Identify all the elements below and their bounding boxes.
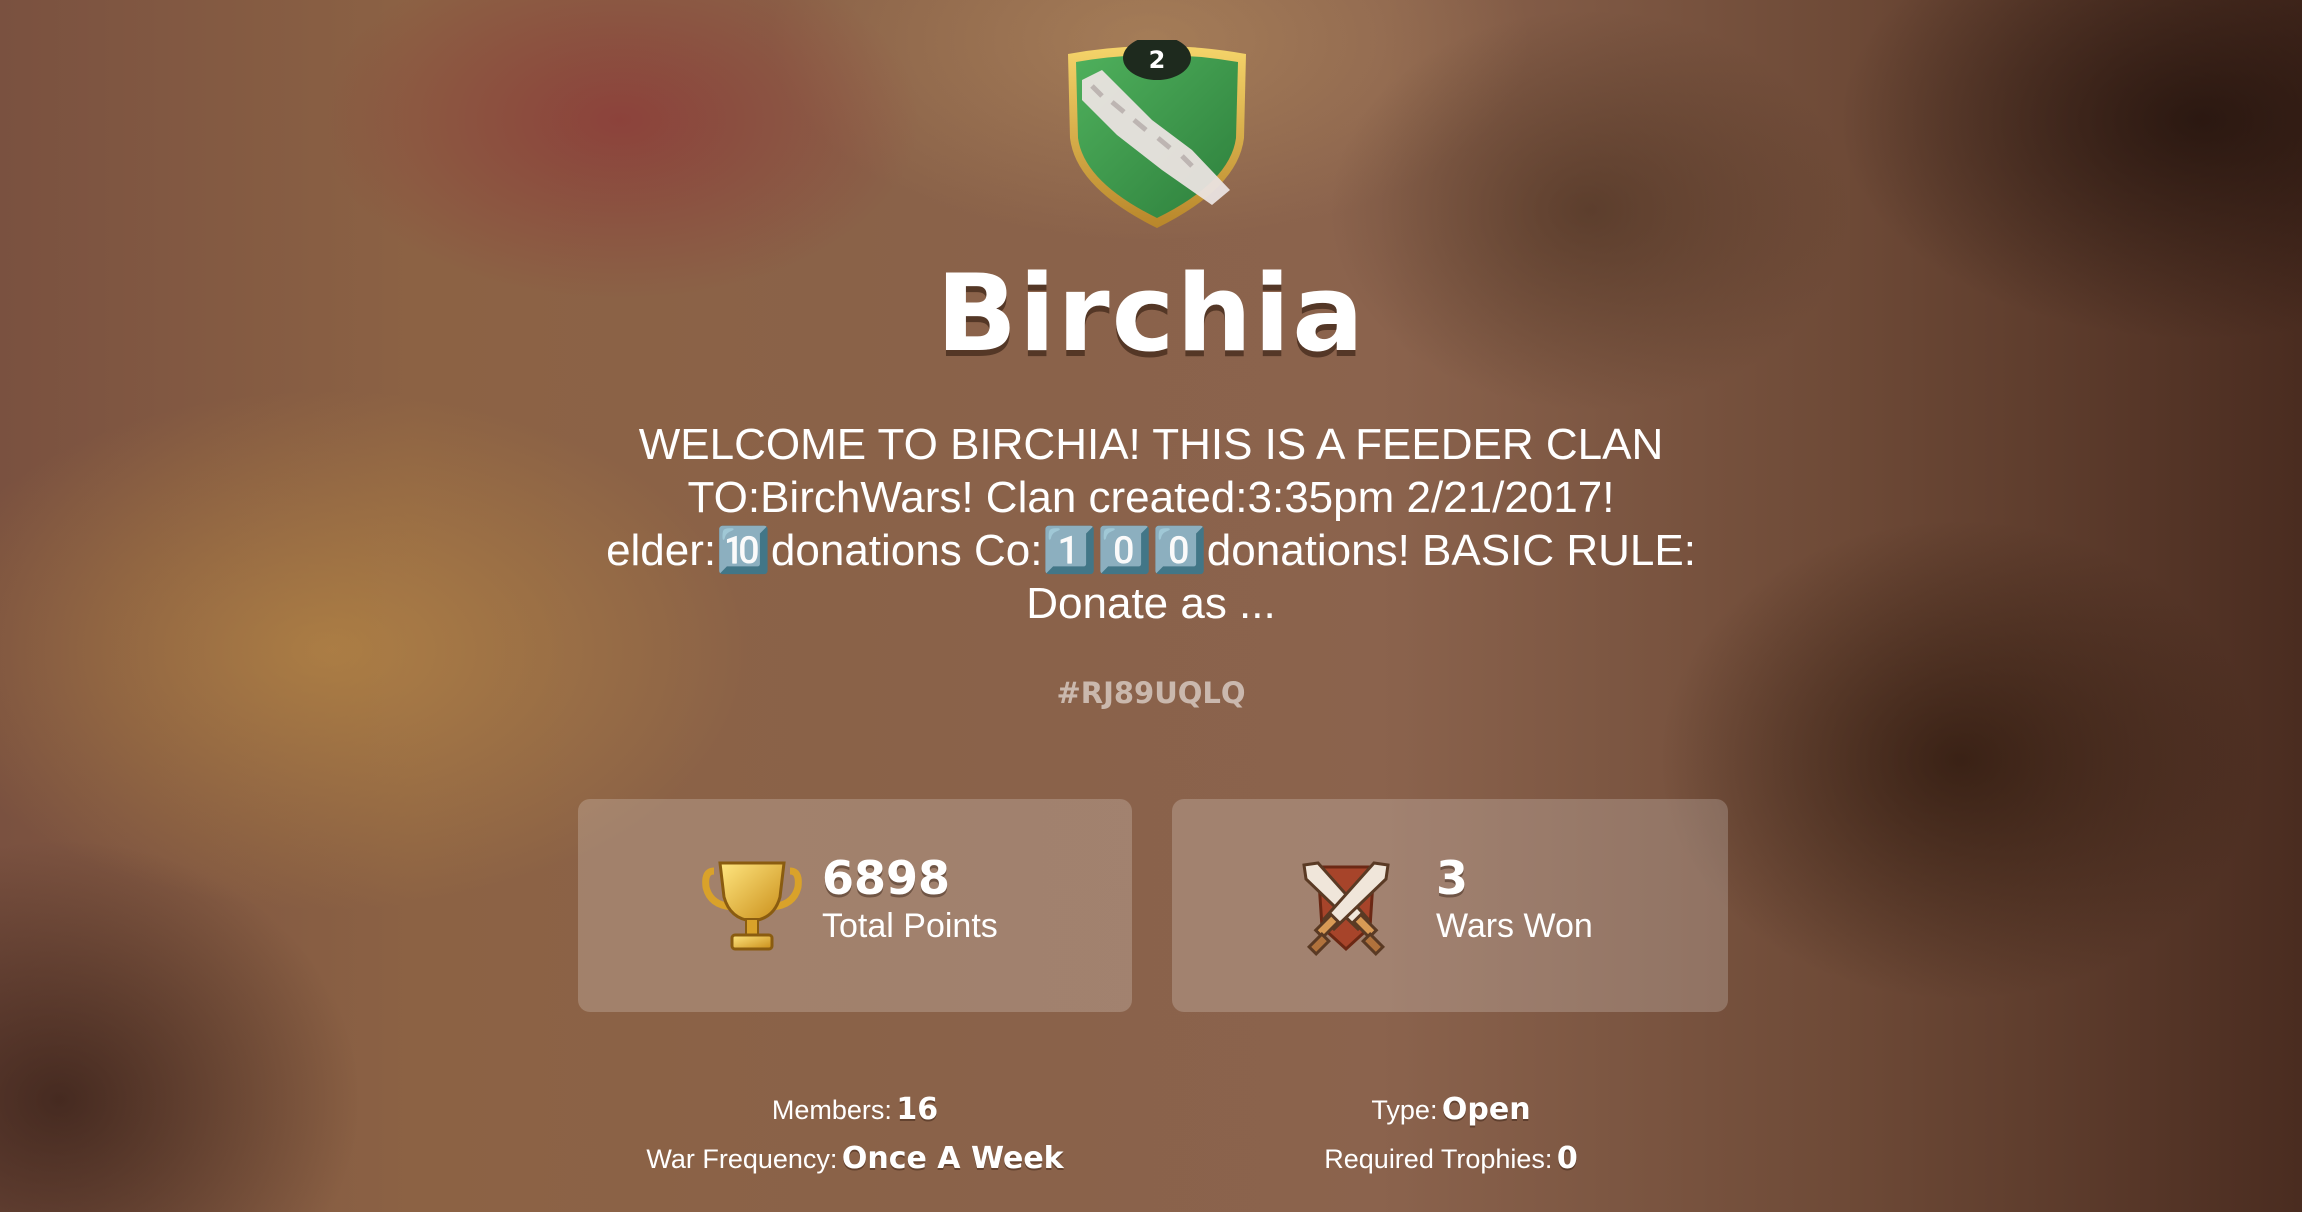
- war-frequency-label: War Frequency:: [646, 1144, 838, 1174]
- wars-won-card: 3 Wars Won: [1172, 799, 1728, 1012]
- war-frequency-info: War Frequency: Once A Week: [600, 1139, 1110, 1179]
- total-points-value: 6898: [822, 851, 951, 905]
- war-frequency-value: Once A Week: [841, 1141, 1064, 1176]
- type-label: Type:: [1371, 1095, 1438, 1125]
- trophy-icon: [702, 861, 802, 951]
- total-points-card: 6898 Total Points: [578, 799, 1132, 1012]
- required-trophies-value: 0: [1556, 1141, 1578, 1176]
- members-label: Members:: [771, 1095, 892, 1125]
- type-info: Type: Open: [1196, 1090, 1706, 1130]
- clan-level: 2: [1149, 46, 1166, 74]
- clan-badge-icon: 2: [1068, 40, 1246, 228]
- total-points-label: Total Points: [822, 907, 998, 945]
- members-info: Members: 16: [600, 1090, 1110, 1130]
- clan-tag[interactable]: #RJ89UQLQ: [0, 676, 2302, 710]
- required-trophies-label: Required Trophies:: [1324, 1144, 1553, 1174]
- wars-won-label: Wars Won: [1436, 907, 1593, 945]
- crossed-swords-icon: [1302, 861, 1390, 957]
- wars-won-value: 3: [1436, 851, 1469, 905]
- members-value: 16: [896, 1092, 939, 1127]
- clan-description: WELCOME TO BIRCHIA! THIS IS A FEEDER CLA…: [606, 420, 1696, 628]
- clan-name: Birchia: [936, 252, 1366, 375]
- required-trophies-info: Required Trophies: 0: [1196, 1139, 1706, 1179]
- type-value: Open: [1441, 1092, 1531, 1127]
